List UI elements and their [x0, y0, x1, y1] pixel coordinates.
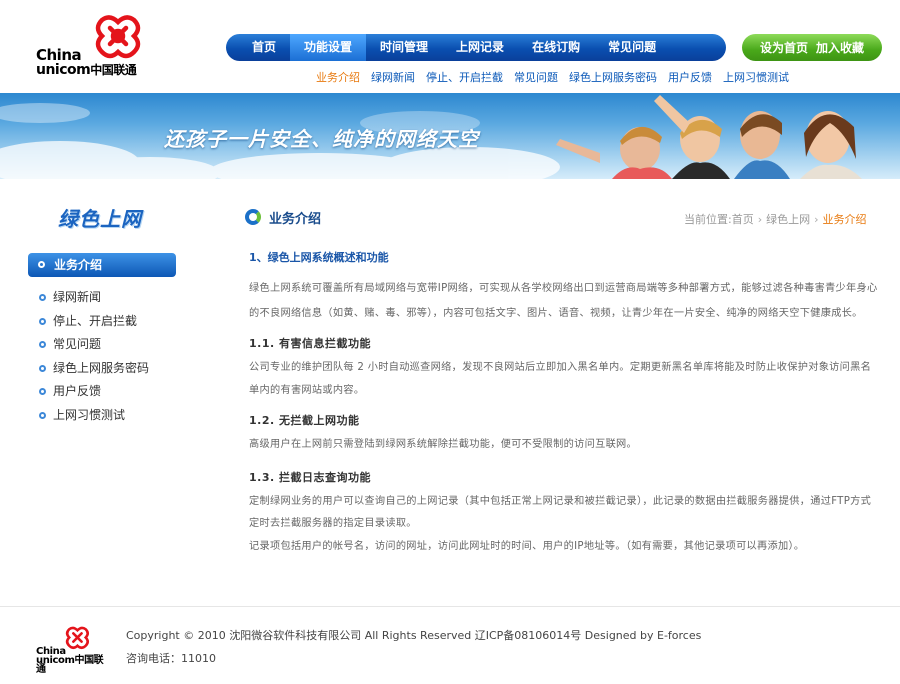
subsection-text-1: 公司专业的维护团队每 2 小时自动巡查网络，发现不良网站后立即加入黑名单内。定期…	[249, 362, 872, 396]
nav-item-online-order[interactable]: 在线订购	[518, 34, 594, 61]
nav-item-time-management[interactable]: 时间管理	[366, 34, 442, 61]
sidebar-menu: 绿网新闻 停止、开启拦截 常见问题 绿色上网服务密码 用户反馈 上网习惯测试	[38, 289, 149, 430]
site-footer: China unicom中国联通 Copyright © 2010 沈阳微谷软件…	[0, 606, 900, 684]
sub-nav: 业务介绍 绿网新闻 停止、开启拦截 常见问题 绿色上网服务密码 用户反馈 上网习…	[316, 69, 789, 85]
intro-paragraph: 绿色上网系统可覆盖所有局域网络与宽带IP网络，可实现从各学校网络出口到运营商局端…	[249, 283, 878, 319]
section-ring-icon	[245, 209, 261, 225]
nav-item-faq[interactable]: 常见问题	[594, 34, 670, 61]
subsection-text-2: 高级用户在上网前只需登陆到绿网系统解除拦截功能，便可不受限制的访问互联网。	[249, 439, 638, 450]
subnav-item-habit-test[interactable]: 上网习惯测试	[723, 69, 789, 85]
article-body: 1、绿色上网系统概述和功能 绿色上网系统可覆盖所有局域网络与宽带IP网络，可实现…	[249, 249, 879, 558]
logo-unicom-cn: 中国联通	[90, 63, 137, 77]
sidebar-item-toggle-block[interactable]: 停止、开启拦截	[38, 313, 149, 337]
breadcrumb-current: 业务介绍	[822, 213, 867, 226]
logo-wordmark: China unicom中国联通	[36, 46, 137, 78]
sidebar-item-business-intro[interactable]: 业务介绍	[28, 253, 176, 277]
subnav-item-faq[interactable]: 常见问题	[514, 69, 558, 85]
nav-item-home[interactable]: 首页	[238, 34, 290, 61]
china-unicom-logo[interactable]: China unicom中国联通	[30, 12, 160, 82]
main-nav: 首页 功能设置 时间管理 上网记录 在线订购 常见问题	[226, 34, 726, 61]
content-heading: 业务介绍	[269, 212, 322, 227]
subsection-title-1: 1.1. 有害信息拦截功能	[249, 337, 371, 350]
home-favorite-bar: 设为首页 加入收藏	[742, 34, 882, 61]
subnav-item-toggle-block[interactable]: 停止、开启拦截	[426, 69, 503, 85]
add-favorite-link[interactable]: 加入收藏	[816, 39, 864, 56]
breadcrumb-prefix: 当前位置:	[684, 213, 732, 226]
banner-slogan: 还孩子一片安全、纯净的网络天空	[164, 127, 479, 151]
subnav-item-service-password[interactable]: 绿色上网服务密码	[569, 69, 657, 85]
nav-item-browsing-records[interactable]: 上网记录	[442, 34, 518, 61]
logo-line-china: China	[36, 46, 82, 64]
footer-logo-text: China unicom中国联通	[36, 647, 106, 675]
subnav-item-green-news[interactable]: 绿网新闻	[371, 69, 415, 85]
sidebar-item-habit-test[interactable]: 上网习惯测试	[38, 407, 149, 431]
footer-copyright: Copyright © 2010 沈阳微谷软件科技有限公司 All Rights…	[126, 629, 702, 642]
set-homepage-link[interactable]: 设为首页	[760, 39, 808, 56]
subsection-title-2: 1.2. 无拦截上网功能	[249, 414, 360, 427]
subsection-text-3a: 定制绿网业务的用户可以查询自己的上网记录（其中包括正常上网记录和被拦截记录），此…	[249, 495, 872, 530]
subnav-item-feedback[interactable]: 用户反馈	[668, 69, 712, 85]
logo-unicom-en: unicom	[36, 62, 91, 78]
site-header: China unicom中国联通 首页 功能设置 时间管理 上网记录 在线订购 …	[0, 0, 900, 93]
chevron-right-icon: ›	[757, 213, 763, 226]
subsection-title-3: 1.3. 拦截日志查询功能	[249, 470, 371, 484]
footer-hotline: 咨询电话：11010	[126, 652, 216, 665]
sidebar-item-feedback[interactable]: 用户反馈	[38, 383, 149, 407]
sidebar-item-green-news[interactable]: 绿网新闻	[38, 289, 149, 313]
footer-logo-line2: unicom中国联通	[36, 655, 104, 675]
section-title: 1、绿色上网系统概述和功能	[249, 251, 389, 264]
subsection-text-3b: 记录项包括用户的帐号名，访问的网址，访问此网址时的时间、用户的IP地址等。（如有…	[249, 540, 805, 552]
subnav-item-business-intro[interactable]: 业务介绍	[316, 69, 360, 85]
sidebar-item-service-password[interactable]: 绿色上网服务密码	[38, 360, 149, 384]
breadcrumb-home[interactable]: 首页	[732, 213, 754, 226]
breadcrumb: 当前位置:首页 › 绿色上网 › 业务介绍	[684, 211, 867, 227]
sidebar-title: 绿色上网	[58, 207, 142, 231]
hero-banner: 还孩子一片安全、纯净的网络天空	[0, 93, 900, 179]
chevron-right-icon: ›	[814, 213, 819, 226]
nav-item-function-settings[interactable]: 功能设置	[290, 34, 367, 61]
sidebar-item-faq[interactable]: 常见问题	[38, 336, 149, 360]
breadcrumb-section[interactable]: 绿色上网	[766, 213, 810, 226]
footer-logo: China unicom中国联通	[36, 625, 106, 675]
logo-line-unicom: unicom中国联通	[36, 62, 137, 78]
